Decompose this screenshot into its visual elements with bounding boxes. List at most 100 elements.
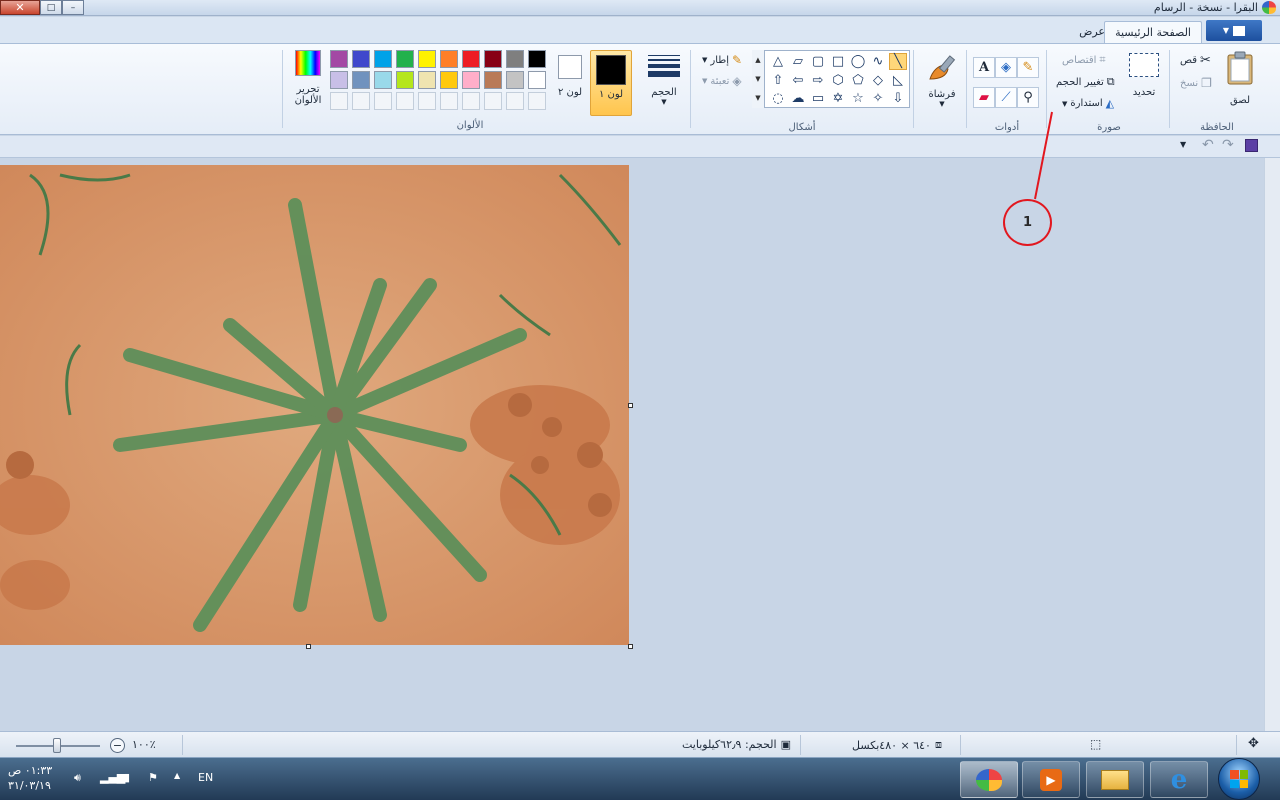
resize-handle-right[interactable] — [628, 403, 633, 408]
tab-view[interactable]: عرض — [1069, 21, 1115, 43]
oval-callout-shape-icon[interactable]: ◌ — [769, 90, 787, 107]
fill-button[interactable]: ▼ تعبئة ◈ — [702, 74, 742, 88]
vertical-scrollbar[interactable] — [1264, 158, 1280, 731]
outline-button[interactable]: ▼ إطار ✎ — [702, 53, 742, 67]
palette-swatch[interactable] — [440, 71, 458, 89]
taskbar-explorer-button[interactable] — [1086, 761, 1144, 798]
crop-button[interactable]: اقتصاص ⌗ — [1062, 53, 1106, 67]
curve-shape-icon[interactable]: ∿ — [869, 53, 887, 70]
copy-button[interactable]: نسخ ❐ — [1180, 76, 1212, 90]
palette-swatch[interactable] — [330, 71, 348, 89]
palette-swatch[interactable] — [330, 50, 348, 68]
cut-button[interactable]: قص ✂ — [1180, 53, 1211, 68]
palette-swatch[interactable] — [462, 50, 480, 68]
palette-custom-swatch[interactable] — [352, 92, 370, 110]
palette-swatch[interactable] — [484, 71, 502, 89]
resize-handle-bottom[interactable] — [306, 644, 311, 649]
palette-swatch[interactable] — [506, 50, 524, 68]
line-shape-icon[interactable]: ╲ — [889, 53, 907, 70]
undo-icon[interactable]: ↶ — [1202, 137, 1214, 153]
star-six-shape-icon[interactable]: ✡ — [829, 90, 847, 107]
fill-tool-button[interactable]: ◈ — [995, 57, 1017, 78]
arrow-up-shape-icon[interactable]: ⇧ — [769, 72, 787, 89]
star-four-shape-icon[interactable]: ✧ — [869, 90, 887, 107]
show-hidden-icons[interactable]: ▲ — [174, 771, 180, 780]
close-button[interactable]: ✕ — [0, 0, 40, 15]
expand-icon[interactable]: ▼ — [755, 94, 760, 102]
parallelogram-shape-icon[interactable]: ▱ — [789, 53, 807, 70]
taskbar-paint-button[interactable] — [960, 761, 1018, 798]
text-tool-button[interactable]: A — [973, 57, 995, 78]
color2-button[interactable]: لون ٢ — [555, 55, 585, 99]
network-icon[interactable]: ▂▄▆ — [100, 771, 125, 784]
palette-swatch[interactable] — [528, 50, 546, 68]
shapes-scrollbar[interactable]: ▲ ▼ ▼ — [752, 50, 765, 108]
palette-custom-swatch[interactable] — [484, 92, 502, 110]
palette-custom-swatch[interactable] — [374, 92, 392, 110]
resize-handle-corner[interactable] — [628, 644, 633, 649]
arrow-right-shape-icon[interactable]: ⇨ — [809, 72, 827, 89]
palette-swatch[interactable] — [418, 71, 436, 89]
palette-custom-swatch[interactable] — [440, 92, 458, 110]
palette-swatch[interactable] — [506, 71, 524, 89]
triangle-shape-icon[interactable]: △ — [769, 53, 787, 70]
rotate-button[interactable]: ▼ استدارة ◭ — [1062, 97, 1114, 110]
palette-custom-swatch[interactable] — [462, 92, 480, 110]
volume-icon[interactable]: 🔊︎ — [74, 771, 81, 785]
scroll-up-icon[interactable]: ▲ — [755, 56, 760, 64]
start-button[interactable] — [1218, 758, 1260, 800]
size-button[interactable]: الحجم ▼ — [644, 53, 684, 106]
zoom-slider-thumb[interactable] — [53, 738, 61, 753]
oval-shape-icon[interactable]: ◯ — [849, 53, 867, 70]
select-button[interactable]: تحديد — [1126, 53, 1162, 98]
taskbar-media-player-button[interactable]: ▶ — [1022, 761, 1080, 798]
palette-swatch[interactable] — [440, 50, 458, 68]
taskbar-clock[interactable]: ٠١:٣٣ ص ٣١/٠٣/١٩ — [8, 763, 52, 793]
customize-toolbar-icon[interactable]: ▼ — [1180, 140, 1186, 149]
palette-swatch[interactable] — [484, 50, 502, 68]
save-icon[interactable] — [1245, 139, 1258, 152]
palette-swatch[interactable] — [462, 71, 480, 89]
star-five-shape-icon[interactable]: ☆ — [849, 90, 867, 107]
eraser-tool-button[interactable]: ▰ — [973, 87, 995, 108]
cloud-callout-shape-icon[interactable]: ☁ — [789, 90, 807, 107]
color1-button[interactable]: لون ١ — [590, 50, 632, 116]
palette-custom-swatch[interactable] — [396, 92, 414, 110]
pencil-tool-button[interactable]: ✎ — [1017, 57, 1039, 78]
right-triangle-shape-icon[interactable]: ◺ — [889, 72, 907, 89]
magnifier-button[interactable]: ⚲ — [1017, 87, 1039, 108]
palette-swatch[interactable] — [374, 50, 392, 68]
palette-swatch[interactable] — [396, 71, 414, 89]
zoom-out-button[interactable]: − — [110, 738, 125, 753]
palette-custom-swatch[interactable] — [418, 92, 436, 110]
arrow-down-shape-icon[interactable]: ⇩ — [889, 90, 907, 107]
tab-home[interactable]: الصفحة الرئيسية — [1104, 21, 1202, 43]
palette-swatch[interactable] — [418, 50, 436, 68]
paste-button[interactable]: لصق — [1222, 51, 1258, 106]
palette-swatch[interactable] — [352, 50, 370, 68]
paint-menu-button[interactable]: ▼ — [1206, 20, 1262, 41]
canvas-image[interactable] — [0, 165, 629, 645]
scroll-down-icon[interactable]: ▼ — [755, 75, 760, 83]
palette-swatch[interactable] — [396, 50, 414, 68]
pentagon-shape-icon[interactable]: ⬠ — [849, 72, 867, 89]
rounded-rectangle-shape-icon[interactable]: ▢ — [809, 53, 827, 70]
color-picker-button[interactable]: ⟋ — [995, 87, 1017, 108]
palette-swatch[interactable] — [352, 71, 370, 89]
language-indicator[interactable]: EN — [198, 771, 213, 784]
rectangle-shape-icon[interactable]: □ — [829, 53, 847, 70]
maximize-button[interactable]: □ — [40, 0, 62, 15]
palette-custom-swatch[interactable] — [528, 92, 546, 110]
arrow-left-shape-icon[interactable]: ⇦ — [789, 72, 807, 89]
action-center-icon[interactable]: ⚑ — [148, 771, 158, 784]
palette-swatch[interactable] — [528, 71, 546, 89]
brushes-button[interactable]: فرشاة ▼ — [922, 53, 962, 108]
palette-custom-swatch[interactable] — [506, 92, 524, 110]
minimize-button[interactable]: – — [62, 0, 84, 15]
redo-icon[interactable]: ↷ — [1222, 137, 1234, 153]
resize-button[interactable]: تغيير الحجم ⧉ — [1056, 75, 1115, 89]
palette-custom-swatch[interactable] — [330, 92, 348, 110]
hexagon-shape-icon[interactable]: ⬡ — [829, 72, 847, 89]
diamond-shape-icon[interactable]: ◇ — [869, 72, 887, 89]
edit-colors-button[interactable]: تحرير الألوان — [288, 50, 328, 106]
